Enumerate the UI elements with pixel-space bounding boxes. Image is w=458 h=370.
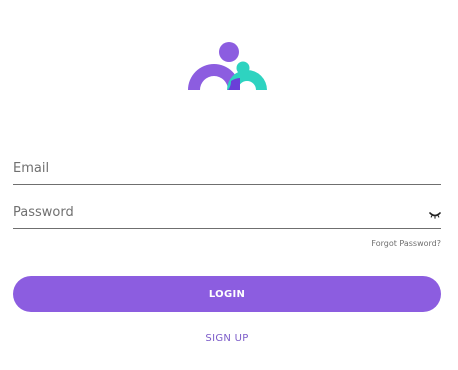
email-input[interactable] xyxy=(13,157,413,179)
forgot-password-link[interactable]: Forgot Password? xyxy=(371,239,441,248)
app-logo xyxy=(185,40,271,92)
login-button[interactable]: LOGIN xyxy=(13,276,441,312)
password-input[interactable] xyxy=(13,201,413,223)
email-field[interactable] xyxy=(13,151,441,185)
eye-closed-icon[interactable] xyxy=(429,205,441,219)
login-screen: Forgot Password? LOGIN SIGN UP xyxy=(0,0,458,370)
signup-link[interactable]: SIGN UP xyxy=(0,333,454,344)
family-logo-icon xyxy=(188,42,267,90)
password-field[interactable] xyxy=(13,195,441,229)
